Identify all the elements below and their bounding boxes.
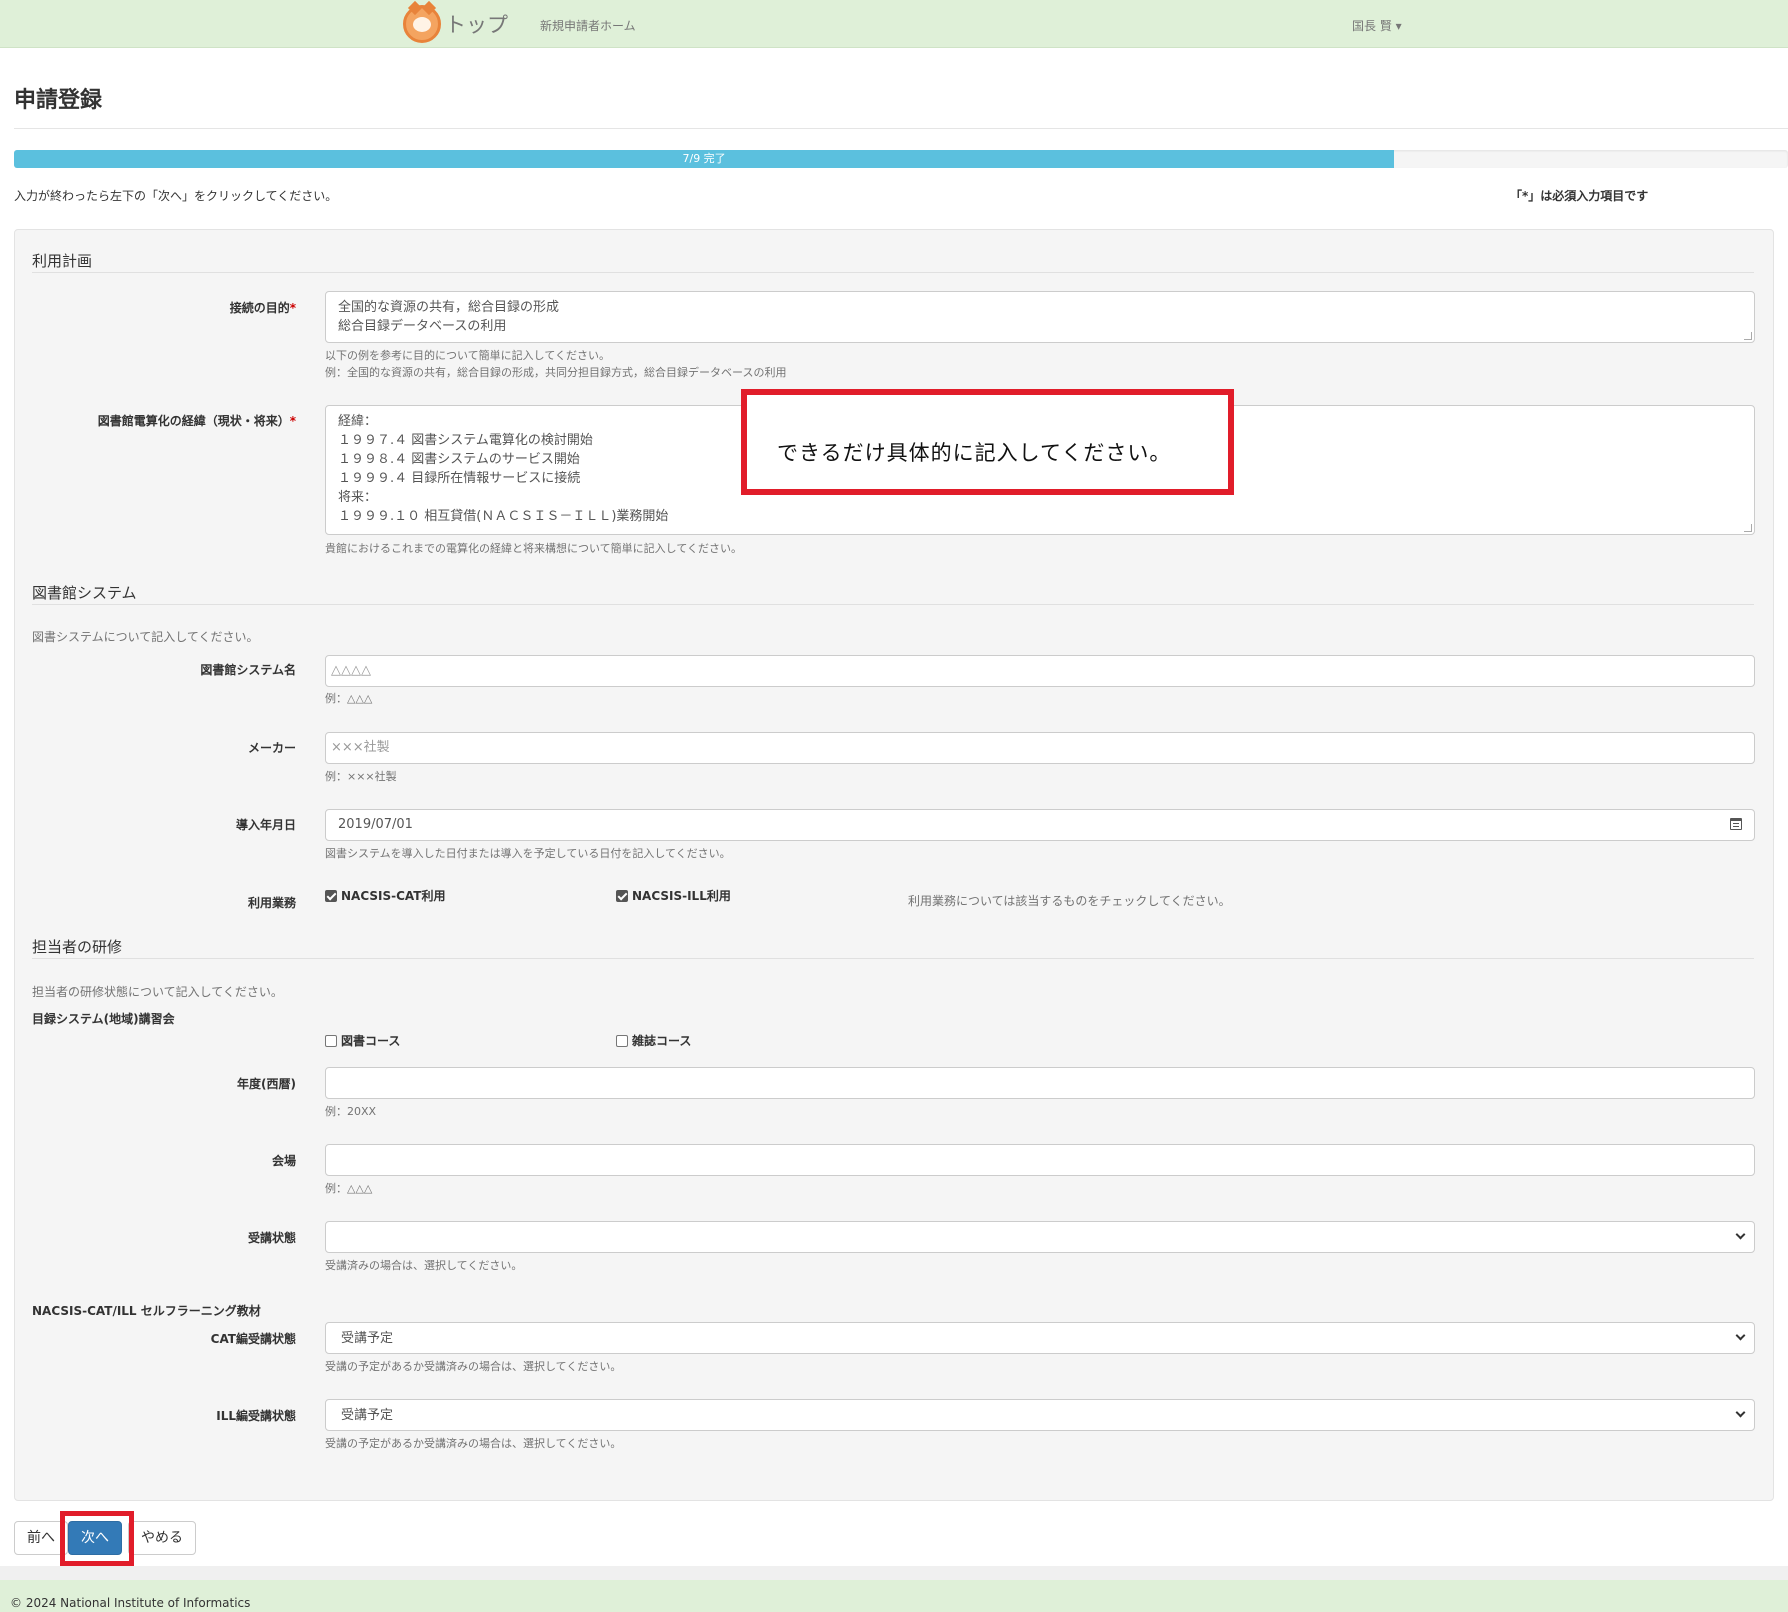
self-learning-group-label: NACSIS-CAT/ILL セルフラーニング教材 [32, 1304, 261, 1318]
attendance-status-label: 受講状態 [247, 1231, 296, 1245]
maker-label: メーカー [247, 741, 296, 755]
nacsis-cat-checkbox[interactable] [325, 889, 337, 902]
system-name-placeholder: △△△△ [331, 663, 371, 678]
history-help: 貴館におけるこれまでの電算化の経緯と将来構想について簡単に記入してください。 [325, 542, 743, 555]
required-note: 「*」は必須入力項目です [1510, 189, 1649, 203]
purpose-line-2: 総合目録データベースの利用 [338, 319, 507, 334]
install-date-help: 図書システムを導入した日付または導入を予定している日付を記入してください。 [325, 847, 731, 860]
purpose-textarea[interactable]: 全国的な資源の共有，総合目録の形成 総合目録データベースの利用 [325, 291, 1755, 343]
ill-status-help: 受講の予定があるか受講済みの場合は、選択してください。 [325, 1437, 622, 1450]
resize-grip-icon[interactable] [1744, 524, 1752, 532]
nacsis-ill-checkbox-row[interactable]: NACSIS-ILL利用 [616, 887, 731, 904]
nacsis-ill-label: NACSIS-ILL利用 [632, 889, 731, 903]
system-name-help: 例：△△△ [325, 692, 373, 705]
footer: © 2024 National Institute of Informatics [0, 1580, 1788, 1612]
journal-course-checkbox-row[interactable]: 雑誌コース [616, 1032, 691, 1049]
year-input[interactable] [325, 1067, 1755, 1099]
venue-input[interactable] [325, 1144, 1755, 1176]
annotation-callout: できるだけ具体的に記入してください。 [741, 389, 1234, 495]
cat-status-select[interactable]: 受講予定 [325, 1322, 1755, 1354]
maker-help: 例：×××社製 [325, 770, 397, 783]
nacsis-ill-checkbox[interactable] [616, 889, 628, 902]
system-name-input[interactable]: △△△△ [325, 655, 1755, 687]
venue-help: 例：△△△ [325, 1182, 373, 1195]
maker-placeholder: ×××社製 [331, 740, 390, 755]
chevron-down-icon [1735, 1229, 1746, 1240]
annotation-callout-text: できるだけ具体的に記入してください。 [777, 441, 1172, 465]
usage-help: 利用業務については該当するものをチェックしてください。 [908, 894, 1231, 908]
brand-text: トップ [445, 13, 508, 37]
progress-bar-fill: 7/9 完了 [14, 150, 1395, 168]
cat-status-value: 受講予定 [341, 1331, 394, 1346]
calendar-icon[interactable] [1730, 818, 1742, 830]
resize-grip-icon[interactable] [1744, 332, 1752, 340]
page-title: 申請登録 [14, 88, 103, 113]
install-date-label: 導入年月日 [235, 818, 296, 832]
title-divider [14, 128, 1788, 129]
nacsis-cat-label: NACSIS-CAT利用 [341, 889, 446, 903]
section-legend-library-system: 図書館システム [32, 584, 137, 602]
cat-status-label: CAT編受講状態 [210, 1332, 296, 1346]
cancel-button[interactable]: やめる [128, 1521, 196, 1555]
maker-input[interactable]: ×××社製 [325, 732, 1755, 764]
chevron-down-icon [1735, 1330, 1746, 1341]
purpose-line-1: 全国的な資源の共有，総合目録の形成 [338, 300, 560, 315]
section-divider [32, 272, 1754, 273]
install-date-value: 2019/07/01 [338, 817, 413, 832]
install-date-input[interactable]: 2019/07/01 [325, 809, 1755, 841]
book-course-label: 図書コース [341, 1034, 401, 1048]
section-divider [32, 958, 1754, 959]
venue-label: 会場 [271, 1154, 296, 1168]
purpose-help: 以下の例を参考に目的について簡単に記入してください。 例：全国的な資源の共有，総合… [325, 349, 787, 379]
section-legend-staff-training: 担当者の研修 [32, 938, 123, 956]
ill-status-select[interactable]: 受講予定 [325, 1399, 1755, 1431]
next-button-highlight [60, 1511, 134, 1566]
instruction-text: 入力が終わったら左下の「次へ」をクリックしてください。 [14, 189, 338, 203]
journal-course-checkbox[interactable] [616, 1034, 628, 1047]
nacsis-cat-checkbox-row[interactable]: NACSIS-CAT利用 [325, 887, 445, 904]
section-divider [32, 604, 1754, 605]
cat-status-help: 受講の予定があるか受講済みの場合は、選択してください。 [325, 1360, 622, 1373]
attendance-status-select[interactable] [325, 1221, 1755, 1253]
attendance-status-help: 受講済みの場合は、選択してください。 [325, 1259, 523, 1272]
top-navbar: トップ 新規申請者ホーム 国長 賢 ▾ [0, 0, 1788, 48]
copyright-text: © 2024 National Institute of Informatics [10, 1596, 251, 1610]
ill-status-value: 受講予定 [341, 1408, 394, 1423]
usage-label: 利用業務 [247, 896, 296, 910]
system-name-label: 図書館システム名 [200, 663, 296, 677]
purpose-label: 接続の目的* [229, 301, 296, 315]
journal-course-label: 雑誌コース [632, 1034, 692, 1048]
history-label: 図書館電算化の経緯（現状・将来）* [97, 414, 296, 428]
section-legend-usage-plan: 利用計画 [32, 252, 93, 270]
cat-logo-icon [403, 0, 441, 43]
nav-home-link[interactable]: 新規申請者ホーム [540, 17, 636, 34]
brand-link[interactable]: トップ [403, 0, 508, 43]
footer-separator [0, 1566, 1788, 1580]
user-menu-dropdown[interactable]: 国長 賢 ▾ [1352, 17, 1402, 34]
library-system-desc: 図書システムについて記入してください。 [32, 630, 259, 644]
book-course-checkbox[interactable] [325, 1034, 337, 1047]
regional-course-group-label: 目録システム(地域)講習会 [32, 1012, 175, 1026]
staff-training-desc: 担当者の研修状態について記入してください。 [32, 985, 283, 999]
chevron-down-icon [1735, 1407, 1746, 1418]
year-label: 年度(西暦) [237, 1077, 296, 1091]
ill-status-label: ILL編受講状態 [216, 1409, 296, 1423]
book-course-checkbox-row[interactable]: 図書コース [325, 1032, 400, 1049]
progress-bar-track: 7/9 完了 [14, 150, 1788, 168]
year-help: 例：20XX [325, 1105, 377, 1118]
